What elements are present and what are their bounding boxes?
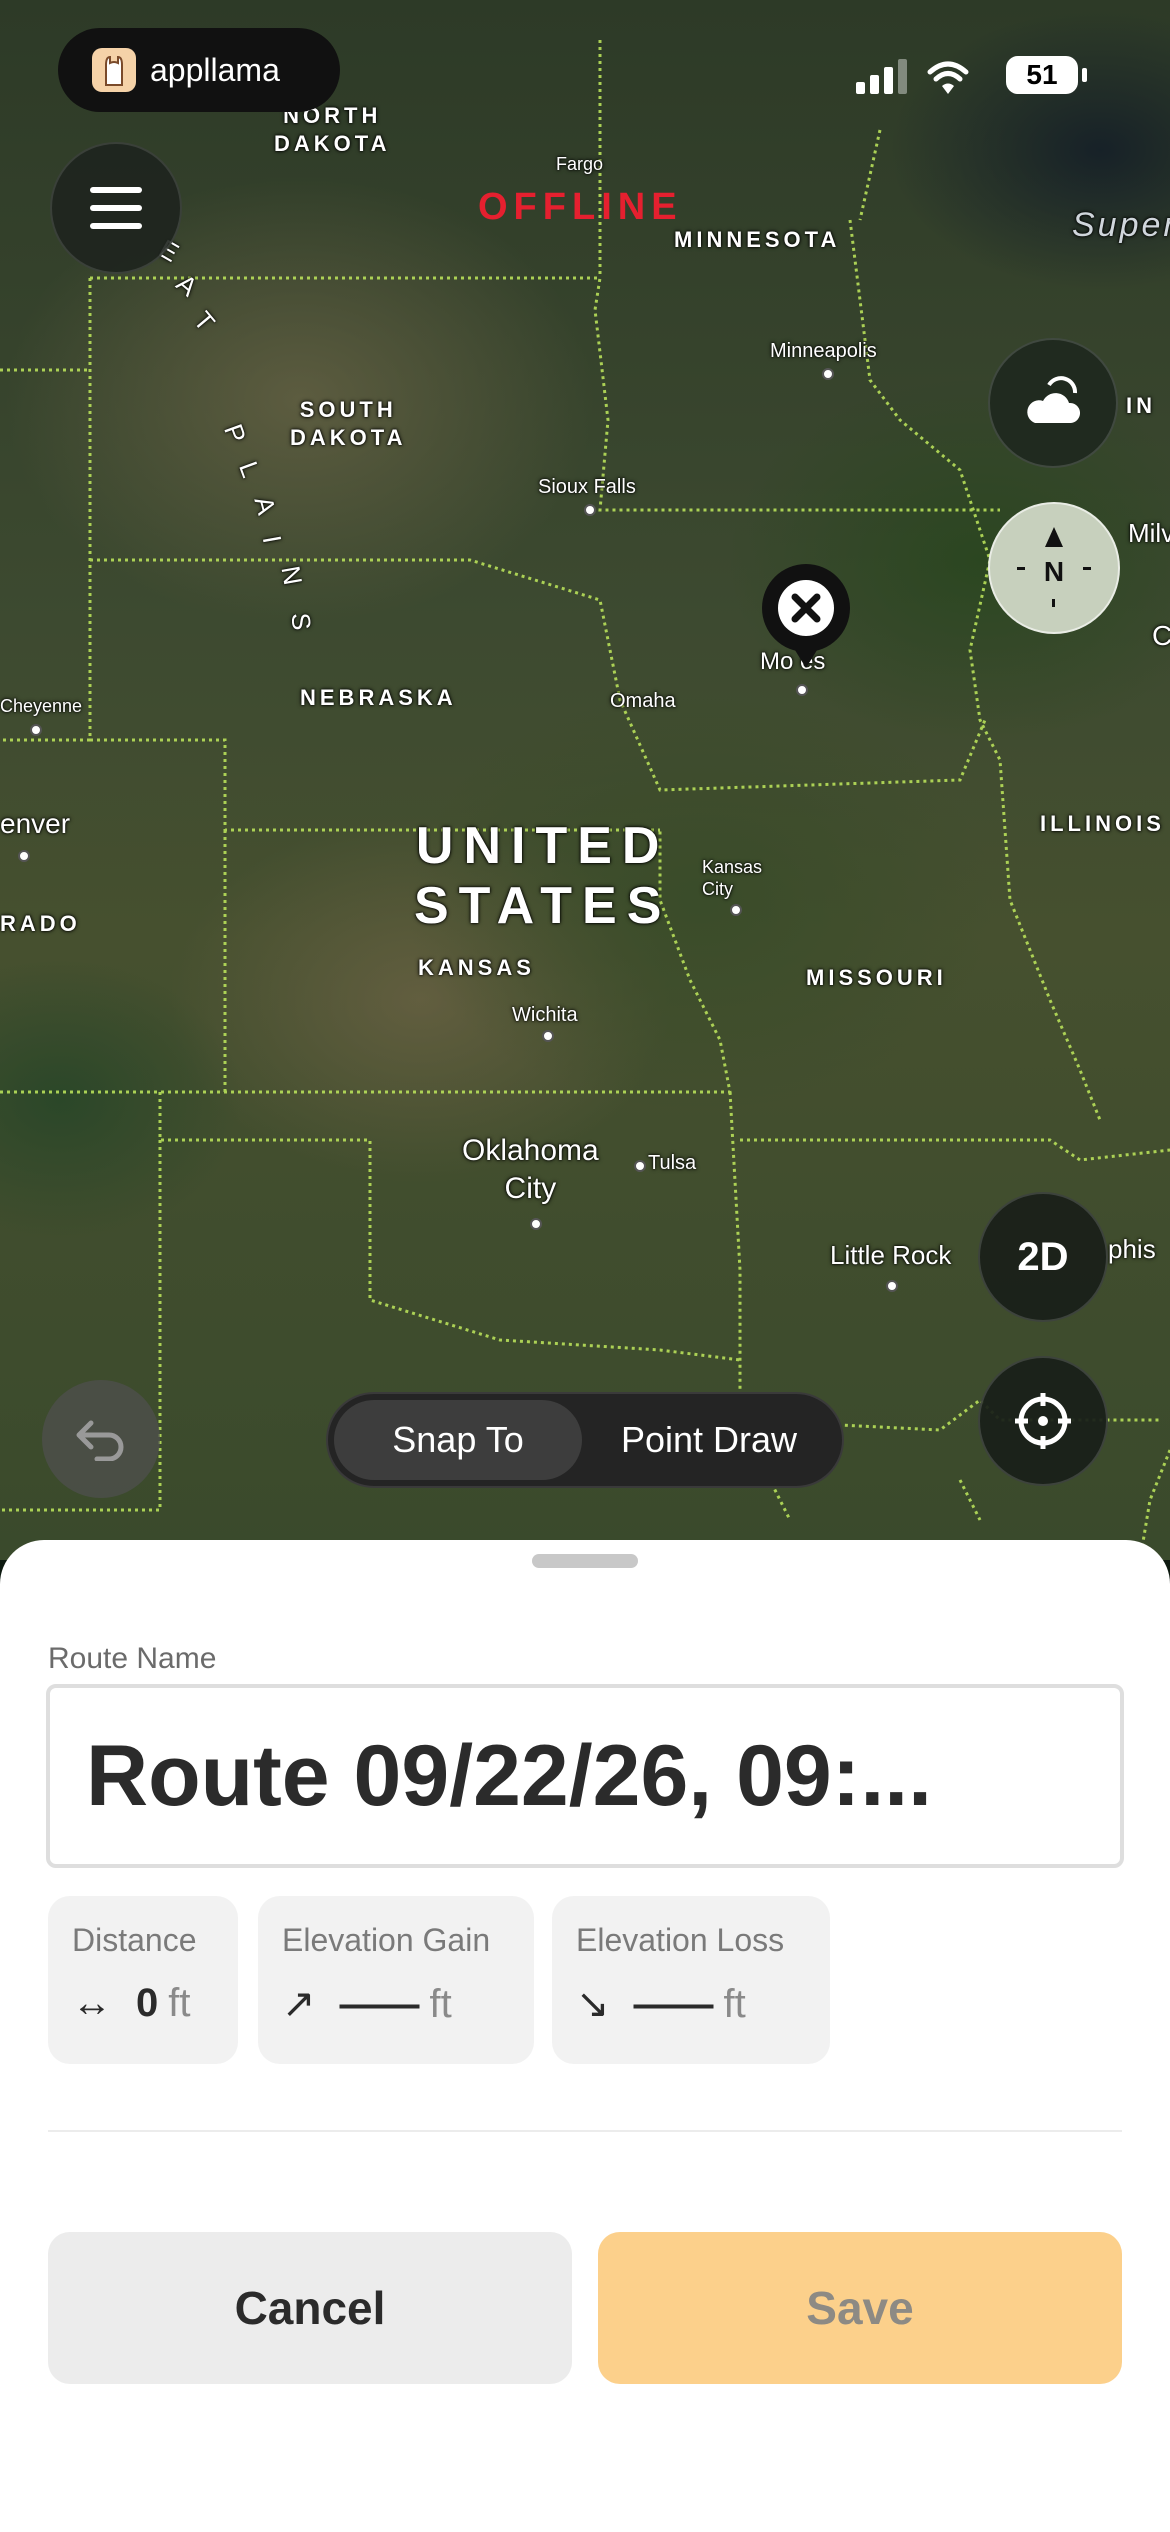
city-memphis: phis	[1108, 1234, 1156, 1264]
map-view[interactable]: OFFLINE NORTH DAKOTA SOUTH DAKOTA MINNESOT…	[0, 0, 1170, 1560]
cancel-button[interactable]: Cancel	[48, 2232, 572, 2384]
arrow-down-right-icon: ↘	[576, 1982, 610, 2026]
elevation-loss-value: ——	[633, 1981, 714, 2026]
marker-tip	[790, 642, 822, 668]
city-sioux-falls: Sioux Falls	[538, 476, 636, 498]
save-button[interactable]: Save	[598, 2232, 1122, 2384]
route-name-input[interactable]: Route 09/22/26, 09:...	[46, 1684, 1124, 1868]
compass-icon: N	[1017, 527, 1091, 607]
hamburger-icon	[90, 187, 142, 229]
city-minneapolis: Minneapolis	[770, 340, 877, 362]
app-name: appllama	[150, 51, 280, 88]
city-dot-cheyenne	[30, 724, 42, 736]
compass-button[interactable]: N	[988, 502, 1120, 634]
divider	[48, 2130, 1122, 2132]
elevation-loss-unit: ft	[723, 1981, 746, 2026]
city-kansas-city: Kansas City	[702, 857, 763, 899]
city-oklahoma-city: Oklahoma City	[462, 1134, 599, 1205]
label-kansas: KANSAS	[418, 955, 535, 980]
elevation-gain-unit: ft	[429, 1981, 452, 2026]
city-dot-wichita	[542, 1030, 554, 1042]
label-wisconsin: IN	[1126, 393, 1156, 418]
horizontal-arrows-icon: ↔	[72, 1981, 112, 2025]
draw-mode-toggle[interactable]: Snap To Point Draw	[326, 1392, 844, 1488]
city-wichita: Wichita	[512, 1004, 578, 1026]
route-bottom-sheet: Route Name Route 09/22/26, 09:... Distan…	[0, 1540, 1170, 2532]
label-lake-superior: Super	[1072, 206, 1170, 244]
locate-me-button[interactable]	[978, 1356, 1108, 1486]
city-fargo: Fargo	[556, 154, 604, 174]
point-draw-option[interactable]: Point Draw	[582, 1400, 836, 1480]
menu-button[interactable]	[50, 142, 182, 274]
city-dot-kansas-city	[730, 904, 742, 916]
undo-button[interactable]	[42, 1380, 160, 1498]
city-denver: enver	[0, 808, 71, 839]
sheet-grabber[interactable]	[532, 1554, 638, 1568]
city-chicago: C	[1152, 620, 1170, 651]
crosshair-icon	[1015, 1393, 1071, 1449]
compass-north-label: N	[1044, 556, 1064, 587]
undo-icon	[76, 1420, 124, 1461]
elevation-gain-title: Elevation Gain	[282, 1922, 491, 1958]
label-colorado: RADO	[0, 911, 81, 936]
label-illinois: ILLINOIS	[1040, 811, 1165, 836]
city-little-rock: Little Rock	[830, 1240, 952, 1270]
app-badge: appllama	[58, 28, 340, 112]
llama-logo-icon	[92, 48, 136, 92]
city-dot-minneapolis	[822, 368, 834, 380]
weather-layer-button[interactable]	[988, 338, 1118, 468]
status-bar: appllama 51	[0, 0, 1170, 140]
elevation-loss-title: Elevation Loss	[576, 1922, 785, 1958]
battery-tip	[1082, 68, 1087, 82]
distance-value: 0	[136, 1981, 159, 2025]
city-omaha: Omaha	[610, 690, 676, 712]
elevation-gain-stat: Elevation Gain ↗ —— ft	[258, 1896, 534, 2064]
close-icon	[778, 580, 834, 636]
distance-unit: ft	[168, 1981, 191, 2025]
city-dot-des-moines	[796, 684, 808, 696]
elevation-loss-stat: Elevation Loss ↘ —— ft	[552, 1896, 830, 2064]
city-dot-little-rock	[886, 1280, 898, 1292]
battery-indicator: 51	[1006, 56, 1078, 94]
route-name-label: Route Name	[48, 1642, 217, 1675]
label-minnesota: MINNESOTA	[674, 227, 841, 252]
city-dot-sioux-falls	[584, 504, 596, 516]
cloud-sun-icon	[1027, 376, 1081, 423]
city-milwaukee: Milv	[1128, 518, 1170, 548]
city-dot-oklahoma-city	[530, 1218, 542, 1230]
city-tulsa: Tulsa	[648, 1152, 697, 1174]
signal-wifi-icons	[856, 59, 969, 94]
view-mode-2d-button[interactable]: 2D	[978, 1192, 1108, 1322]
snap-to-option[interactable]: Snap To	[334, 1400, 582, 1480]
distance-stat: Distance ↔ 0 ft	[48, 1896, 238, 2064]
city-dot-tulsa	[634, 1160, 646, 1172]
arrow-up-right-icon: ↗	[282, 1982, 316, 2026]
elevation-gain-value: ——	[339, 1981, 420, 2026]
label-nebraska: NEBRASKA	[300, 685, 457, 710]
label-south-dakota: SOUTH DAKOTA	[290, 397, 407, 450]
route-point-marker[interactable]	[762, 564, 850, 652]
label-united-states: UNITED STATES	[414, 817, 672, 935]
label-plains-9: S	[285, 611, 317, 632]
city-dot-denver	[18, 850, 30, 862]
city-cheyenne: Cheyenne	[0, 696, 83, 716]
label-missouri: MISSOURI	[806, 965, 947, 990]
offline-label: OFFLINE	[478, 186, 683, 228]
distance-title: Distance	[72, 1922, 197, 1958]
